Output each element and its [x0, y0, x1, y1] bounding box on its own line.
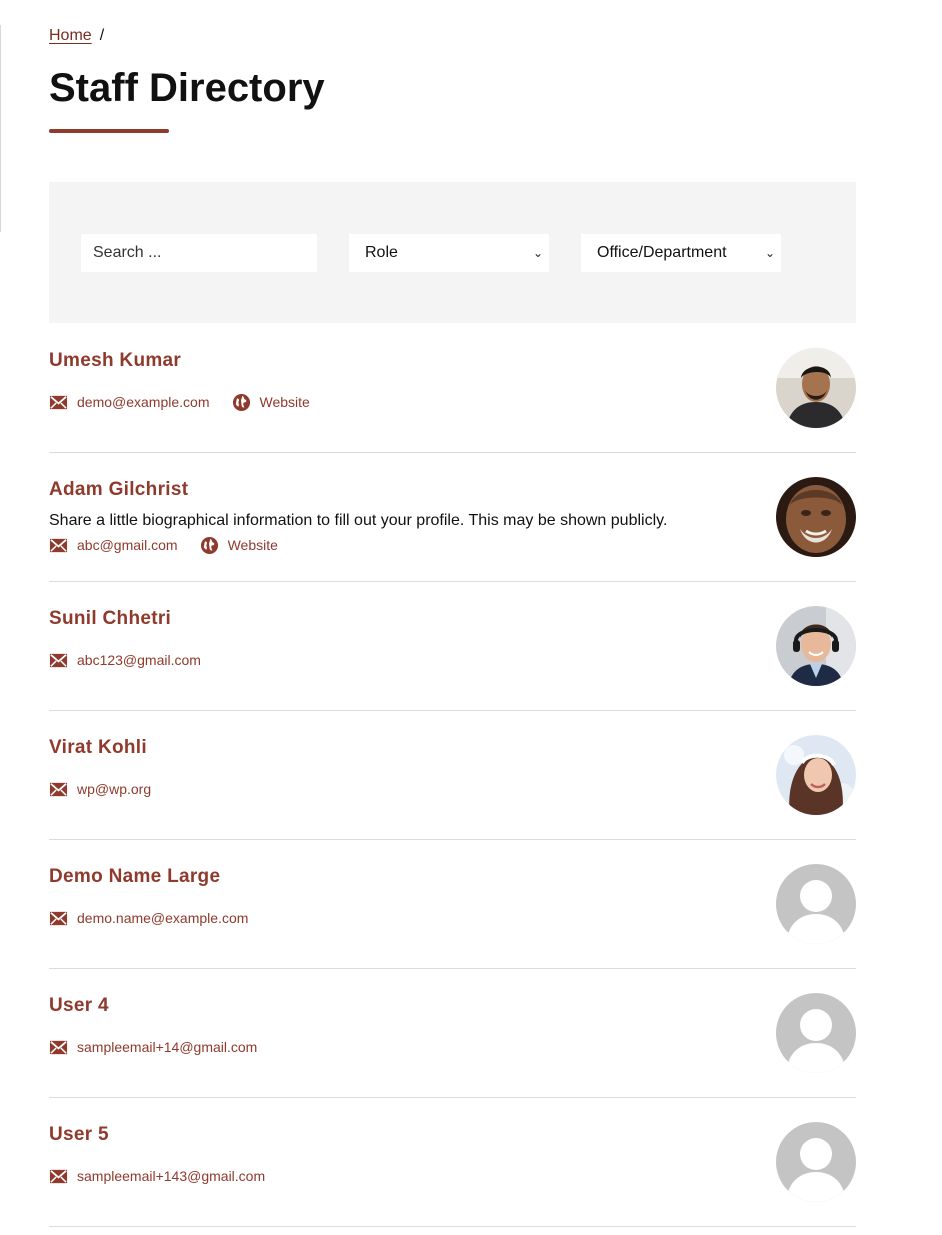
- email-link[interactable]: abc123@gmail.com: [49, 651, 201, 670]
- envelope-icon: [49, 1040, 68, 1054]
- avatar-photo: [776, 477, 856, 557]
- office-department-select[interactable]: Office/Department ⌄: [581, 234, 781, 272]
- breadcrumb: Home /: [49, 26, 104, 46]
- staff-name-link[interactable]: Umesh Kumar: [49, 350, 181, 372]
- website-link[interactable]: Website: [200, 536, 278, 555]
- avatar: [776, 735, 856, 815]
- email-text: sampleemail+14@gmail.com: [77, 1039, 258, 1055]
- email-link[interactable]: sampleemail+143@gmail.com: [49, 1167, 265, 1186]
- envelope-icon: [49, 653, 68, 667]
- chevron-down-icon: ⌄: [764, 246, 775, 260]
- role-select-label: Role: [365, 244, 398, 261]
- staff-row: Virat Kohli wp@wp.org: [49, 711, 856, 840]
- staff-name-link[interactable]: User 5: [49, 1124, 109, 1146]
- staff-list: Umesh Kumar demo@example.com Website Ada…: [49, 324, 856, 1227]
- website-text: Website: [259, 394, 310, 410]
- staff-name-link[interactable]: Sunil Chhetri: [49, 608, 171, 630]
- email-text: demo.name@example.com: [77, 910, 249, 926]
- envelope-icon: [49, 782, 68, 796]
- page-edge-divider: [0, 25, 1, 232]
- email-text: demo@example.com: [77, 394, 210, 410]
- staff-name-link[interactable]: Adam Gilchrist: [49, 479, 188, 501]
- contact-line: demo.name@example.com: [49, 908, 270, 928]
- email-link[interactable]: abc@gmail.com: [49, 536, 178, 555]
- envelope-icon: [49, 911, 68, 925]
- search-input[interactable]: [81, 234, 317, 272]
- contact-line: demo@example.com Website: [49, 392, 332, 412]
- breadcrumb-separator: /: [99, 27, 105, 44]
- contact-line: sampleemail+14@gmail.com: [49, 1037, 279, 1057]
- staff-row: Adam Gilchrist Share a little biographic…: [49, 453, 856, 582]
- contact-line: wp@wp.org: [49, 779, 173, 799]
- email-link[interactable]: demo@example.com: [49, 393, 210, 412]
- website-link[interactable]: Website: [232, 393, 310, 412]
- email-text: abc123@gmail.com: [77, 652, 201, 668]
- staff-name-link[interactable]: Demo Name Large: [49, 866, 220, 888]
- email-link[interactable]: sampleemail+14@gmail.com: [49, 1038, 257, 1057]
- website-text: Website: [227, 537, 278, 553]
- avatar-photo: [776, 735, 856, 815]
- avatar: [776, 477, 856, 557]
- email-link[interactable]: demo.name@example.com: [49, 909, 248, 928]
- default-avatar-icon: [776, 1122, 856, 1202]
- staff-name-link[interactable]: Virat Kohli: [49, 737, 147, 759]
- contact-line: abc123@gmail.com: [49, 650, 223, 670]
- staff-row: User 5 sampleemail+143@gmail.com: [49, 1098, 856, 1227]
- envelope-icon: [49, 395, 68, 409]
- staff-bio: Share a little biographical information …: [49, 512, 668, 529]
- avatar: [776, 606, 856, 686]
- envelope-icon: [49, 1169, 68, 1183]
- staff-row: User 4 sampleemail+14@gmail.com: [49, 969, 856, 1098]
- email-text: sampleemail+143@gmail.com: [77, 1168, 266, 1184]
- role-select[interactable]: Role ⌄: [349, 234, 549, 272]
- avatar-photo: [776, 348, 856, 428]
- default-avatar-icon: [776, 864, 856, 944]
- title-underline: [49, 129, 169, 133]
- email-text: wp@wp.org: [77, 781, 152, 797]
- email-text: abc@gmail.com: [77, 537, 178, 553]
- envelope-icon: [49, 538, 68, 552]
- default-avatar-icon: [776, 993, 856, 1073]
- page-title: Staff Directory: [49, 66, 325, 110]
- avatar-photo: [776, 606, 856, 686]
- filter-panel: Role ⌄ Office/Department ⌄: [49, 182, 856, 323]
- breadcrumb-home-link[interactable]: Home: [49, 27, 92, 44]
- office-select-label: Office/Department: [597, 244, 727, 261]
- globe-icon: [200, 536, 218, 554]
- globe-icon: [232, 393, 250, 411]
- contact-line: abc@gmail.com Website: [49, 535, 300, 555]
- staff-row: Sunil Chhetri abc123@gmail.com: [49, 582, 856, 711]
- staff-row: Demo Name Large demo.name@example.com: [49, 840, 856, 969]
- chevron-down-icon: ⌄: [532, 246, 543, 260]
- avatar: [776, 348, 856, 428]
- staff-row: Umesh Kumar demo@example.com Website: [49, 324, 856, 453]
- email-link[interactable]: wp@wp.org: [49, 780, 151, 799]
- staff-name-link[interactable]: User 4: [49, 995, 109, 1017]
- contact-line: sampleemail+143@gmail.com: [49, 1166, 287, 1186]
